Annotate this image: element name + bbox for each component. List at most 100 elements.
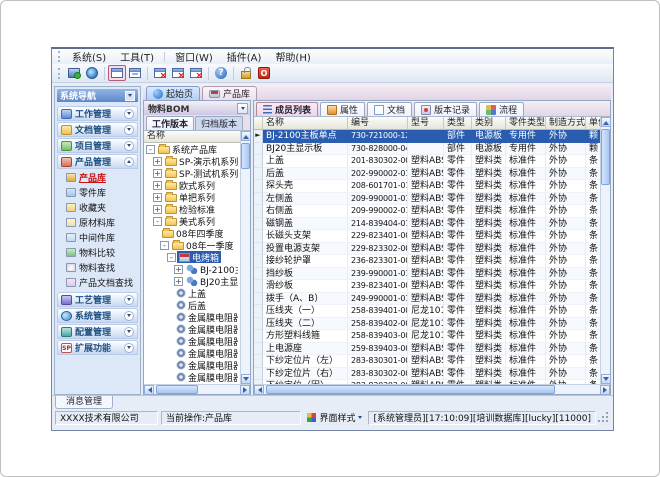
bom-tab-working-version[interactable]: 工作版本 <box>146 116 194 130</box>
chevron-button[interactable] <box>124 109 134 119</box>
tree-node-5[interactable]: +检验标准 <box>144 203 240 215</box>
tab-member-list[interactable]: 成员列表 <box>256 102 318 116</box>
collapse-minus-icon[interactable]: - <box>146 145 155 154</box>
expand-plus-icon[interactable]: + <box>153 169 162 178</box>
tree-node-16[interactable]: 金属膜电阻器 <box>144 335 240 347</box>
tab-version-history[interactable]: 版本记录 <box>414 102 477 116</box>
scroll-up-button[interactable] <box>601 117 611 127</box>
tree-hscroll-thumb[interactable] <box>156 385 198 394</box>
menu-item-0[interactable]: 系统(S) <box>65 49 113 64</box>
tile-windows-button[interactable] <box>126 65 144 81</box>
column-header-0[interactable]: 名称 <box>263 117 348 130</box>
sidebar-group-process[interactable]: 工艺管理 <box>57 292 138 307</box>
tree-node-14[interactable]: 金属膜电阻器 <box>144 311 240 323</box>
table-row[interactable]: 拨手（A、B）249-990001-01E塑料ABS零件塑料类标准件外协条 <box>254 293 600 306</box>
table-row[interactable]: BJ20主显示板730-828000-04E部件电源板专用件外协颗 <box>254 143 600 156</box>
tab-documents[interactable]: 文档 <box>367 102 412 116</box>
tree-node-10[interactable]: +BJ-2100主板单点 <box>144 263 240 275</box>
table-row[interactable]: 上电源座259-839403-00E塑料ABS零件塑料类标准件外协条 <box>254 343 600 356</box>
column-header-4[interactable]: 类别 <box>472 117 506 130</box>
table-row[interactable]: 长磁头支架229-823401-00E塑料ABS零件塑料类标准件外协条 <box>254 230 600 243</box>
menu-item-2[interactable]: 窗口(W) <box>168 49 220 64</box>
tree-node-7[interactable]: 08年四季度 <box>144 227 240 239</box>
sidebar-group-extension[interactable]: SP扩展功能 <box>57 340 138 355</box>
tree-node-12[interactable]: 上盖 <box>144 287 240 299</box>
column-header-6[interactable]: 制造方式 <box>546 117 586 130</box>
menu-item-4[interactable]: 帮助(H) <box>268 49 317 64</box>
tree-horizontal-scrollbar[interactable] <box>144 384 250 394</box>
sidebar-group-system[interactable]: 系统管理 <box>57 308 138 323</box>
collapse-minus-icon[interactable]: - <box>160 241 169 250</box>
table-row[interactable]: 下纱定位片（右）283-830302-00E塑料ABS零件塑料类标准件外协条 <box>254 368 600 381</box>
chevron-button[interactable] <box>124 311 134 321</box>
sidebar-group-product[interactable]: 产品管理 <box>57 154 138 169</box>
table-row[interactable]: 压线夹（一）258-839401-00E尼龙1010零件塑料类标准件外协条 <box>254 305 600 318</box>
table-row[interactable]: 滑纱板239-823401-00E塑料ABS零件塑料类标准件外协条 <box>254 280 600 293</box>
help-button[interactable] <box>212 65 230 81</box>
tab-workflow[interactable]: 流程 <box>479 102 524 116</box>
column-header-1[interactable]: 编号 <box>348 117 408 130</box>
sidebar-group-document[interactable]: 文档管理 <box>57 122 138 137</box>
chevron-button[interactable] <box>124 141 134 151</box>
sidebar-group-config[interactable]: 配置管理 <box>57 324 138 339</box>
sidebar-item-product-library[interactable]: 产品库 <box>57 170 138 185</box>
column-header-2[interactable]: 型号 <box>408 117 444 130</box>
collapse-minus-icon[interactable]: - <box>167 253 176 262</box>
chevron-button[interactable] <box>124 327 134 337</box>
grid-hscroll-thumb[interactable] <box>266 385 555 394</box>
sidebar-item-material-compare[interactable]: 物料比较 <box>57 245 138 260</box>
bom-panel-menu-button[interactable] <box>237 103 248 114</box>
tree-column-header[interactable]: 名称 <box>144 131 240 143</box>
scroll-down-button[interactable] <box>241 374 251 384</box>
sidebar-item-favorites[interactable]: 收藏夹 <box>57 200 138 215</box>
scroll-down-button[interactable] <box>601 374 611 384</box>
tree-node-13[interactable]: 后盖 <box>144 299 240 311</box>
sidebar-item-product-doc-search[interactable]: 产品文档查找 <box>57 275 138 290</box>
chevron-button[interactable] <box>124 343 134 353</box>
table-row[interactable]: 磁钢盖214-839404-01E塑料ABS零件塑料类标准件外协条 <box>254 218 600 231</box>
cascade-windows-button[interactable] <box>108 65 126 81</box>
chevron-button[interactable] <box>124 125 134 135</box>
sidebar-group-project[interactable]: 项目管理 <box>57 138 138 153</box>
doc-tab-product-library[interactable]: 产品库 <box>202 86 257 100</box>
tree-node-17[interactable]: 金属膜电阻器 <box>144 347 240 359</box>
scroll-left-button[interactable] <box>144 385 154 395</box>
message-panel-tab[interactable]: 消息管理 <box>55 396 113 409</box>
tree-vertical-scrollbar[interactable] <box>240 131 250 384</box>
sidebar-group-work[interactable]: 工作管理 <box>57 106 138 121</box>
scroll-right-button[interactable] <box>240 385 250 395</box>
tree-node-1[interactable]: +SP-演示机系列 <box>144 155 240 167</box>
tab-properties[interactable]: 属性 <box>320 102 365 116</box>
scroll-left-button[interactable] <box>254 385 264 395</box>
table-row[interactable]: 左侧盖209-990001-01E塑料ABS零件塑料类标准件外协条 <box>254 193 600 206</box>
expand-plus-icon[interactable]: + <box>153 181 162 190</box>
tree-node-18[interactable]: 金属膜电阻器 <box>144 359 240 371</box>
table-row[interactable]: 接纱轮护罩236-823301-00E塑料ABS零件塑料类标准件外协条 <box>254 255 600 268</box>
scroll-right-button[interactable] <box>600 385 610 395</box>
ui-style-button[interactable]: 界面样式 <box>304 411 365 425</box>
table-row[interactable]: 方形塑料线箍258-839403-00E尼龙1010零件塑料类标准件外协条 <box>254 330 600 343</box>
sidebar-item-parts-library[interactable]: 零件库 <box>57 185 138 200</box>
sidebar-pin-button[interactable] <box>125 91 135 101</box>
scroll-up-button[interactable] <box>241 131 251 141</box>
close-all-windows-button[interactable] <box>169 65 187 81</box>
tree-node-11[interactable]: +BJ20主显示板 <box>144 275 240 287</box>
bom-tab-archived-version[interactable]: 归档版本 <box>195 116 243 130</box>
tree-node-3[interactable]: +欧式系列 <box>144 179 240 191</box>
table-row[interactable]: 挡纱板239-990001-01E塑料ABS零件塑料类标准件外协条 <box>254 268 600 281</box>
expand-plus-icon[interactable]: + <box>153 193 162 202</box>
table-row[interactable]: 投置电源支架229-823302-00E塑料ABS零件塑料类标准件外协条 <box>254 243 600 256</box>
doc-tab-start-page[interactable]: 起始页 <box>146 86 200 100</box>
tree-node-9[interactable]: -电烤箱 <box>144 251 240 263</box>
table-row[interactable]: 下纱定位片（左）283-830301-00E塑料ABS零件塑料类标准件外协条 <box>254 355 600 368</box>
lock-screen-button[interactable] <box>237 65 255 81</box>
table-row[interactable]: 右侧盖209-990002-01E塑料ABS零件塑料类标准件外协条 <box>254 205 600 218</box>
tree-node-4[interactable]: +单把系列 <box>144 191 240 203</box>
sidebar-item-raw-material[interactable]: 原材料库 <box>57 215 138 230</box>
expand-plus-icon[interactable]: + <box>174 265 183 274</box>
grid-horizontal-scrollbar[interactable] <box>254 384 610 394</box>
tree-node-0[interactable]: -系统产品库 <box>144 143 240 155</box>
sidebar-item-intermediate-parts[interactable]: 中间件库 <box>57 230 138 245</box>
tree-hscroll-track[interactable] <box>154 385 240 394</box>
tree-vscroll-thumb[interactable] <box>241 143 250 169</box>
